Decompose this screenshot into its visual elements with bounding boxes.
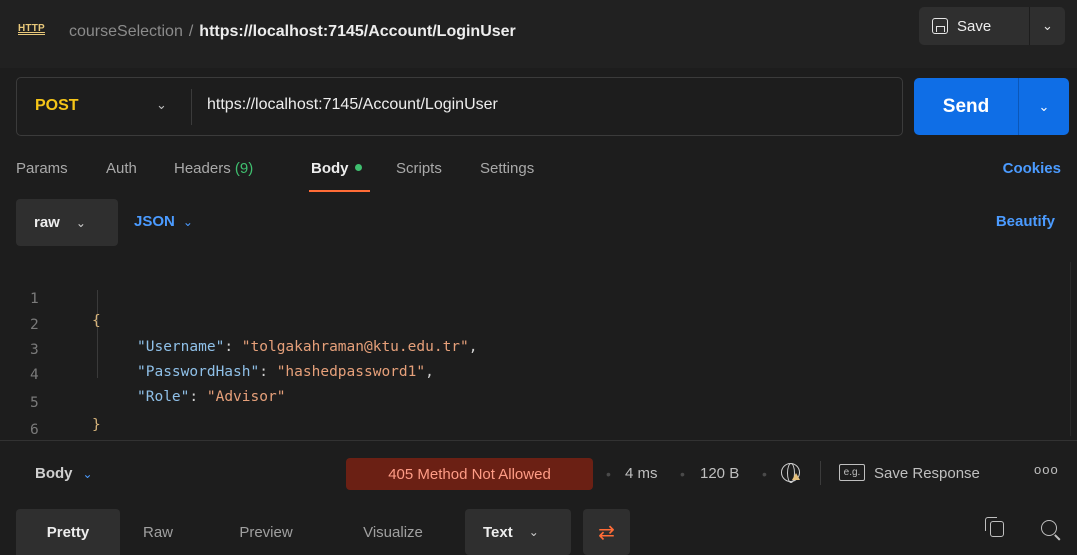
code-line: 3 "PasswordHash": "hashedpassword1", (0, 317, 1077, 380)
body-language-label: JSON (134, 213, 175, 230)
method-select[interactable]: POST (35, 97, 79, 115)
meta-separator-dot: • (606, 466, 611, 482)
search-icon[interactable] (1041, 520, 1057, 536)
network-globe-warning-icon[interactable] (781, 463, 800, 483)
headers-count-badge: (9) (234, 160, 254, 177)
code-line: 4 "Role": "Advisor" (0, 342, 1077, 405)
method-chevron-down-icon[interactable]: ⌄ (156, 97, 167, 113)
beautify-button[interactable]: Beautify (996, 213, 1055, 230)
response-format-chevron-down-icon: ⌄ (528, 525, 539, 539)
save-options-chevron-icon[interactable]: ⌄ (1030, 7, 1065, 45)
copy-icon[interactable] (985, 517, 1004, 537)
response-meta-divider (820, 461, 821, 485)
tab-settings[interactable]: Settings (480, 160, 534, 177)
tab-params[interactable]: Params (16, 160, 68, 177)
response-section-select[interactable]: Body ⌄ (35, 465, 93, 482)
http-request-icon: HTTP (18, 23, 45, 35)
cookies-link[interactable]: Cookies (1003, 160, 1061, 177)
tab-body[interactable]: Body (311, 160, 362, 177)
meta-separator-dot: • (680, 466, 685, 482)
save-button[interactable]: Save (919, 7, 1029, 45)
code-line: 1 { (0, 266, 1077, 329)
response-format-select[interactable]: Text ⌄ (465, 509, 571, 555)
breadcrumb-request-name[interactable]: https://localhost:7145/Account/LoginUser (199, 23, 515, 40)
wrap-lines-icon[interactable]: ⇄ (583, 509, 630, 555)
body-language-select[interactable]: JSON ⌄ (134, 213, 193, 230)
request-url-bar: POST ⌄ (16, 77, 903, 136)
breadcrumb-collection[interactable]: courseSelection (69, 23, 183, 40)
code-line: 6 (0, 397, 1077, 438)
send-button[interactable]: Send (914, 78, 1018, 135)
request-header: HTTP courseSelection / https://localhost:7… (0, 0, 1077, 68)
save-button-group: Save ⌄ (919, 7, 1065, 45)
response-size[interactable]: 120 B (700, 465, 739, 482)
body-modified-dot (354, 164, 362, 171)
response-section-label: Body (35, 465, 73, 482)
active-tab-indicator (309, 190, 370, 192)
example-icon[interactable]: e.g. (839, 464, 865, 481)
tab-headers[interactable]: Headers (9) (174, 160, 253, 177)
response-time[interactable]: 4 ms (625, 465, 658, 482)
floppy-disk-icon (932, 18, 948, 34)
breadcrumb-separator: / (188, 23, 194, 40)
save-response-button[interactable]: Save Response (874, 465, 980, 482)
send-button-group: Send ⌄ (914, 78, 1069, 135)
more-options-icon[interactable]: ooo (1034, 462, 1059, 477)
save-label: Save (957, 17, 992, 35)
breadcrumb: courseSelection / https://localhost:7145/A… (69, 23, 516, 41)
status-badge[interactable]: 405 Method Not Allowed (346, 458, 593, 490)
tab-scripts[interactable]: Scripts (396, 160, 442, 177)
response-format-label: Text (483, 523, 513, 541)
tab-headers-label: Headers (174, 160, 231, 177)
body-mode-chevron-down-icon: ⌄ (75, 215, 86, 230)
editor-response-divider[interactable] (0, 440, 1077, 441)
tab-auth[interactable]: Auth (106, 160, 137, 177)
tab-preview[interactable]: Preview (221, 509, 311, 555)
request-tabs: Params Auth Headers (9) Body Scripts Set… (0, 160, 1077, 184)
code-line: 2 "Username": "tolgakahraman@ktu.edu.tr"… (0, 292, 1077, 355)
response-section-chevron-down-icon: ⌄ (82, 467, 93, 481)
send-options-chevron-icon[interactable]: ⌄ (1019, 78, 1069, 135)
body-language-chevron-down-icon: ⌄ (182, 215, 193, 229)
line-number: 6 (30, 422, 39, 438)
tab-pretty[interactable]: Pretty (16, 509, 120, 555)
tab-visualize[interactable]: Visualize (343, 509, 443, 555)
url-input[interactable] (207, 96, 887, 114)
meta-separator-dot: • (762, 466, 767, 482)
body-mode-label: raw (34, 214, 60, 231)
method-divider (191, 89, 192, 125)
body-mode-select[interactable]: raw ⌄ (16, 199, 118, 246)
code-line: 5 } (0, 370, 1077, 433)
tab-body-label: Body (311, 160, 349, 177)
tab-raw[interactable]: Raw (128, 509, 188, 555)
